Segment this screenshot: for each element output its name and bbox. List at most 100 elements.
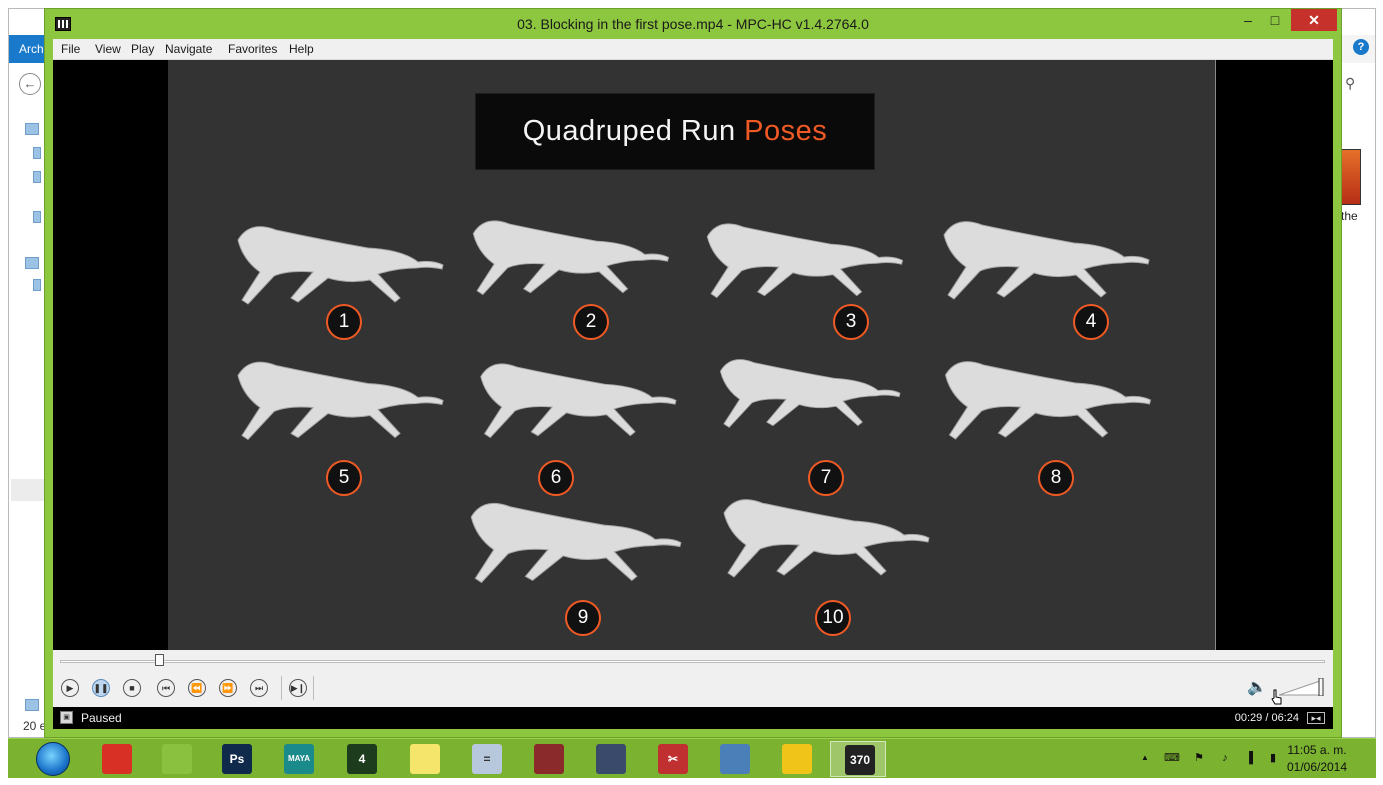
tray-power-icon[interactable]: ▮ <box>1266 751 1280 765</box>
help-icon[interactable]: ? <box>1353 39 1369 55</box>
maximize-button[interactable]: □ <box>1262 9 1288 31</box>
status-file-icon: ▣ <box>60 711 73 724</box>
play-icon: ▶ <box>66 683 74 693</box>
menu-navigate[interactable]: Navigate <box>165 39 212 60</box>
pose-number-badge: 9 <box>565 600 601 636</box>
start-button[interactable] <box>36 742 70 776</box>
mpc-hc-icon: 370 <box>845 745 875 775</box>
folder-icon <box>25 123 39 135</box>
menu-view[interactable]: View <box>95 39 121 60</box>
tray-network-icon[interactable]: ▐ <box>1242 751 1256 765</box>
menu-file[interactable]: File <box>61 39 80 60</box>
fast-forward-icon: ⏩ <box>222 683 234 693</box>
sticky-notes-icon <box>410 744 440 774</box>
folder-icon <box>33 147 41 159</box>
quadruped-pose-figure <box>723 499 930 578</box>
volume-thumb[interactable] <box>1318 678 1324 696</box>
drive-icon <box>33 279 41 291</box>
rewind-icon: ⏪ <box>191 683 203 693</box>
stop-icon: ■ <box>129 683 135 693</box>
quadruped-pose-figure <box>472 220 670 296</box>
back-arrow-icon[interactable]: ← <box>19 73 41 95</box>
taskbar-photoshop[interactable]: Ps <box>208 741 264 777</box>
folder-icon <box>782 744 812 774</box>
pose-number-badge: 1 <box>326 304 362 340</box>
close-button[interactable]: ✕ <box>1291 9 1337 31</box>
seek-bar[interactable] <box>60 660 1325 663</box>
pause-icon: ❚❚ <box>93 683 109 693</box>
status-bar: ▣ Paused 00:29 / 06:24 ▸◂ <box>53 707 1333 729</box>
tray-keyboard-icon[interactable]: ⌨ <box>1164 751 1180 765</box>
seek-thumb[interactable] <box>154 654 164 666</box>
menu-favorites[interactable]: Favorites <box>228 39 277 60</box>
taskbar-app-dark[interactable]: 4 <box>333 741 389 777</box>
hand-cursor-icon <box>1271 689 1282 705</box>
slide-title: Quadruped Run Poses <box>475 93 875 170</box>
player-window: 03. Blocking in the first pose.mp4 - MPC… <box>44 8 1342 738</box>
quadruped-pose-figure <box>943 221 1150 300</box>
taskbar-snipping-tool[interactable]: ✂ <box>644 741 700 777</box>
green-app-icon <box>162 744 192 774</box>
chrome-icon <box>102 744 132 774</box>
search-icon[interactable]: ⚲ <box>1345 75 1355 92</box>
menu-bar: File View Play Navigate Favorites Help <box>53 39 1333 60</box>
tray-flag-icon[interactable]: ⚑ <box>1192 751 1206 765</box>
renderer-icon[interactable]: ▸◂ <box>1307 712 1325 724</box>
taskbar-mpc-hc[interactable]: 370 <box>830 741 886 777</box>
system-tray: ▲ ⌨ ⚑ ♪ ▐ ▮ <box>1130 739 1280 779</box>
media-file-icon[interactable] <box>1339 149 1361 205</box>
frame-step-button[interactable]: ▶❙ <box>289 679 307 697</box>
clock-time[interactable]: 11:05 a. m. <box>1283 743 1351 757</box>
pose-number-badge: 2 <box>573 304 609 340</box>
quadruped-pose-figure <box>944 361 1152 440</box>
computer-icon <box>25 257 39 269</box>
quadruped-pose-figure <box>719 359 901 428</box>
photoshop-icon: Ps <box>222 744 252 774</box>
dark-app-icon: 4 <box>347 744 377 774</box>
playback-status: Paused <box>81 711 122 725</box>
explorer-file-tab[interactable]: Archi <box>9 35 49 63</box>
explorer-item-count: 20 e <box>23 719 47 733</box>
slide-title-main: Quadruped Run <box>522 115 736 147</box>
desktop: Archi ← 20 e ? ⚲ the 03. Blocking in the… <box>0 0 1383 785</box>
stop-button[interactable]: ■ <box>123 679 141 697</box>
taskbar-sticky-notes[interactable] <box>396 741 452 777</box>
previous-button[interactable]: ⏮ <box>157 679 175 697</box>
taskbar-game-2[interactable] <box>582 741 638 777</box>
control-separator <box>281 676 282 700</box>
clock-date[interactable]: 01/06/2014 <box>1283 760 1351 774</box>
game-icon <box>596 744 626 774</box>
next-button[interactable]: ⏭ <box>250 679 268 697</box>
slide-title-accent: Poses <box>744 115 828 147</box>
pause-button[interactable]: ❚❚ <box>92 679 110 697</box>
taskbar-calculator[interactable]: = <box>458 741 514 777</box>
volume-track <box>1279 679 1324 696</box>
taskbar-app-green[interactable] <box>148 741 204 777</box>
taskbar-maya[interactable]: MAYA <box>270 741 326 777</box>
speaker-icon[interactable]: 🔈 <box>1247 677 1267 697</box>
menu-play[interactable]: Play <box>131 39 154 60</box>
media-file-label: the <box>1341 209 1358 223</box>
rewind-button[interactable]: ⏪ <box>188 679 206 697</box>
taskbar-photo-viewer[interactable] <box>706 741 762 777</box>
volume-slider[interactable] <box>1279 678 1325 696</box>
tray-speaker-icon[interactable]: ♪ <box>1218 751 1232 765</box>
play-button[interactable]: ▶ <box>61 679 79 697</box>
title-bar[interactable]: 03. Blocking in the first pose.mp4 - MPC… <box>45 9 1341 39</box>
menu-help[interactable]: Help <box>289 39 314 60</box>
pose-number-badge: 5 <box>326 460 362 496</box>
taskbar-file-explorer[interactable] <box>768 741 824 777</box>
quadruped-pose-figure <box>480 363 677 439</box>
fast-forward-button[interactable]: ⏩ <box>219 679 237 697</box>
tray-show-hidden-icon[interactable]: ▲ <box>1138 751 1152 765</box>
pose-number-badge: 10 <box>815 600 851 636</box>
taskbar-chrome[interactable] <box>88 741 144 777</box>
skip-previous-icon: ⏮ <box>161 683 171 693</box>
photo-viewer-icon <box>720 744 750 774</box>
calculator-icon: = <box>472 744 502 774</box>
taskbar-game-1[interactable] <box>520 741 576 777</box>
app-icon[interactable] <box>55 17 71 31</box>
minimize-button[interactable]: – <box>1235 9 1261 31</box>
video-area[interactable]: Quadruped Run Poses 1 2 3 4 5 6 7 8 9 10 <box>53 60 1333 650</box>
quadruped-pose-figure <box>237 361 444 441</box>
